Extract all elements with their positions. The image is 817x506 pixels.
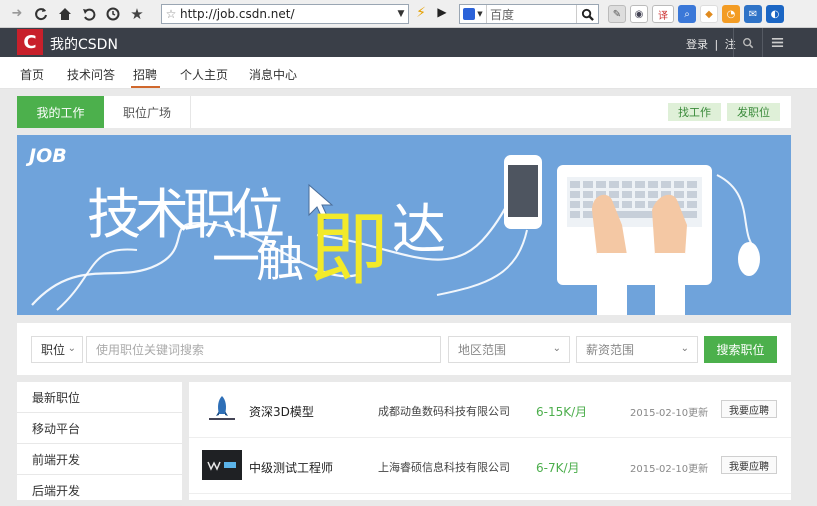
chevron-down-icon: ⌄ [552,343,561,354]
go-arrow-icon[interactable]: ▶ [433,5,451,23]
company-name[interactable]: 上海睿硕信息科技有限公司 [378,459,510,475]
job-search-bar: 职位 ⌄ 使用职位关键词搜索 地区范围 ⌄ 薪资范围 ⌄ 搜索职位 [17,323,791,375]
login-link[interactable]: 登录 [686,38,708,51]
tab-my-jobs[interactable]: 我的工作 [17,96,104,128]
login-links: 登录 | 注 [686,36,736,52]
csdn-logo[interactable]: C [17,29,43,55]
bookmark-star-icon[interactable]: ★ [126,3,148,25]
find-job-button[interactable]: 找工作 [668,103,721,121]
nav-home[interactable]: 首页 [20,66,44,83]
url-text[interactable]: http://job.csdn.net/ [180,7,394,21]
apply-button[interactable]: 我要应聘 [721,400,777,418]
sidebar-item-mobile[interactable]: 移动平台 [17,413,182,444]
update-date: 2015-02-10更新 [630,408,709,419]
header-search-icon[interactable] [734,28,762,57]
skin-icon[interactable]: ◐ [766,5,784,23]
rss-icon[interactable]: ◔ [722,5,740,23]
login-separator: | [714,38,719,51]
history-icon[interactable] [102,3,124,25]
job-list: 资深3D模型 成都动鱼数码科技有限公司 6-15K/月 2015-02-10更新… [189,382,791,500]
active-nav-indicator [131,86,160,88]
category-select[interactable]: 职位 ⌄ [31,336,83,363]
browser-extensions: ✎ ◉ 译 ⌕ ◆ ◔ ✉ ◐ [608,5,784,23]
flash-icon[interactable]: ⚡ [412,5,430,23]
job-tabs: 我的工作 职位广场 找工作 发职位 [17,96,791,128]
job-banner[interactable]: JOB 技术职位 一触 即 达 [17,135,791,315]
favorite-star-icon[interactable]: ☆ [162,7,180,21]
main-nav: 首页 技术问答 招聘 个人主页 消息中心 [0,57,817,89]
undo-icon[interactable] [78,3,100,25]
address-bar[interactable]: ☆ http://job.csdn.net/ ▼ [161,4,409,24]
hamburger-menu-icon[interactable] [763,28,791,57]
nav-qa[interactable]: 技术问答 [67,66,115,83]
company-name[interactable]: 成都动鱼数码科技有限公司 [378,403,510,419]
nav-jobs[interactable]: 招聘 [133,66,157,83]
salary-select-value: 薪资范围 [586,343,635,357]
category-select-value: 职位 [41,343,66,357]
sidebar-item-latest[interactable]: 最新职位 [17,382,182,413]
sidebar-item-frontend[interactable]: 前端开发 [17,444,182,475]
category-sidebar: 最新职位 移动平台 前端开发 后端开发 [17,382,182,506]
search-jobs-button[interactable]: 搜索职位 [704,336,777,363]
nav-profile[interactable]: 个人主页 [180,66,228,83]
update-date: 2015-02-10更新 [630,464,709,475]
keyword-search-input[interactable]: 使用职位关键词搜索 [86,336,441,363]
search-engine-icon[interactable]: ▼ [460,5,487,23]
screenshot-icon[interactable]: ✎ [608,5,626,23]
refresh-icon[interactable] [30,3,52,25]
slogan-highlight: 即 [309,203,389,296]
browser-search-bar[interactable]: ▼ 百度 [459,4,599,24]
my-csdn-title[interactable]: 我的CSDN [50,34,118,54]
area-select-value: 地区范围 [458,343,507,357]
address-dropdown-icon[interactable]: ▼ [394,9,408,19]
salary: 6-7K/月 [536,461,580,475]
zoom-icon[interactable]: ⌕ [678,5,696,23]
nav-messages[interactable]: 消息中心 [249,66,297,83]
tab-job-square[interactable]: 职位广场 [104,96,191,128]
forward-icon[interactable]: ➜ [6,3,28,25]
mail-icon[interactable]: ✉ [744,5,762,23]
post-job-button[interactable]: 发职位 [727,103,780,121]
tag-icon[interactable]: ◆ [700,5,718,23]
area-select[interactable]: 地区范围 ⌄ [448,336,570,363]
job-title[interactable]: 资深3D模型 [249,403,314,420]
slogan-part2: 一触 [212,232,304,288]
translate-icon[interactable]: 译 [652,5,674,23]
search-icon[interactable] [576,5,598,23]
salary: 6-15K/月 [536,405,588,419]
job-row[interactable]: 资深3D模型 成都动鱼数码科技有限公司 6-15K/月 2015-02-10更新… [189,382,791,438]
browser-search-input[interactable]: 百度 [487,6,576,23]
home-icon[interactable] [54,3,76,25]
job-row[interactable]: 中级测试工程师 上海睿硕信息科技有限公司 6-7K/月 2015-02-10更新… [189,438,791,494]
weimob-logo-icon [202,450,242,480]
salary-select[interactable]: 薪资范围 ⌄ [576,336,698,363]
mouse-illustration [738,242,760,276]
slogan-part3: 达 [392,198,446,261]
chevron-down-icon: ⌄ [680,343,689,354]
sidebar-item-backend[interactable]: 后端开发 [17,475,182,506]
chevron-down-icon: ⌄ [67,343,76,354]
banner-brand: JOB [29,145,67,167]
job-title[interactable]: 中级测试工程师 [249,459,333,476]
apply-button[interactable]: 我要应聘 [721,456,777,474]
rocket-logo-icon [202,394,242,424]
camera-icon[interactable]: ◉ [630,5,648,23]
